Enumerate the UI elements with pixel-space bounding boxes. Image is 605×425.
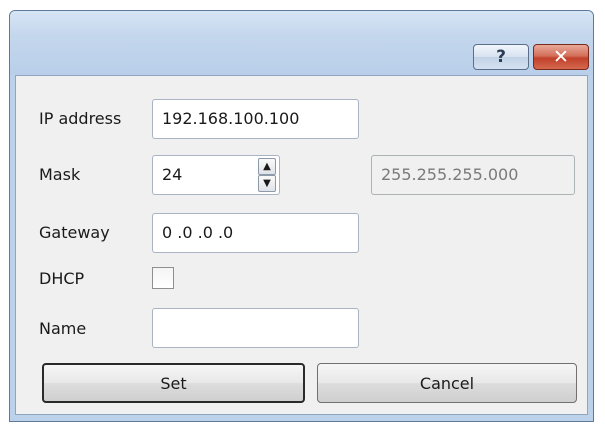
- mask-display-field: 255.255.255.000: [371, 155, 575, 195]
- dialog-client-area: IP address 192.168.100.100 Mask 24 ▲ ▼ 2…: [15, 75, 588, 415]
- ip-address-field[interactable]: 192.168.100.100: [152, 99, 359, 139]
- dhcp-checkbox[interactable]: [152, 267, 174, 289]
- set-button-label: Set: [160, 373, 187, 393]
- cancel-button[interactable]: Cancel: [317, 363, 577, 403]
- title-bar: ? ✕: [10, 11, 593, 75]
- mask-label: Mask: [39, 165, 81, 184]
- gateway-label: Gateway: [39, 223, 110, 242]
- cancel-button-label: Cancel: [419, 373, 475, 393]
- dhcp-label: DHCP: [39, 269, 85, 288]
- ip-address-label: IP address: [39, 109, 122, 128]
- name-field[interactable]: [152, 308, 359, 348]
- gateway-field[interactable]: 0 .0 .0 .0: [152, 213, 359, 253]
- help-button[interactable]: ?: [473, 44, 529, 70]
- stepper-up-icon[interactable]: ▲: [258, 158, 276, 175]
- mask-input[interactable]: 24: [152, 155, 256, 195]
- mask-stepper[interactable]: ▲ ▼: [256, 155, 280, 195]
- set-button[interactable]: Set: [42, 363, 305, 403]
- dialog-window: ? ✕ IP address 192.168.100.100 Mask 24 ▲…: [9, 10, 594, 422]
- close-icon: ✕: [553, 46, 569, 68]
- close-button[interactable]: ✕: [533, 44, 589, 70]
- name-label: Name: [39, 319, 87, 338]
- help-icon: ?: [496, 47, 506, 67]
- stepper-down-icon[interactable]: ▼: [258, 175, 276, 192]
